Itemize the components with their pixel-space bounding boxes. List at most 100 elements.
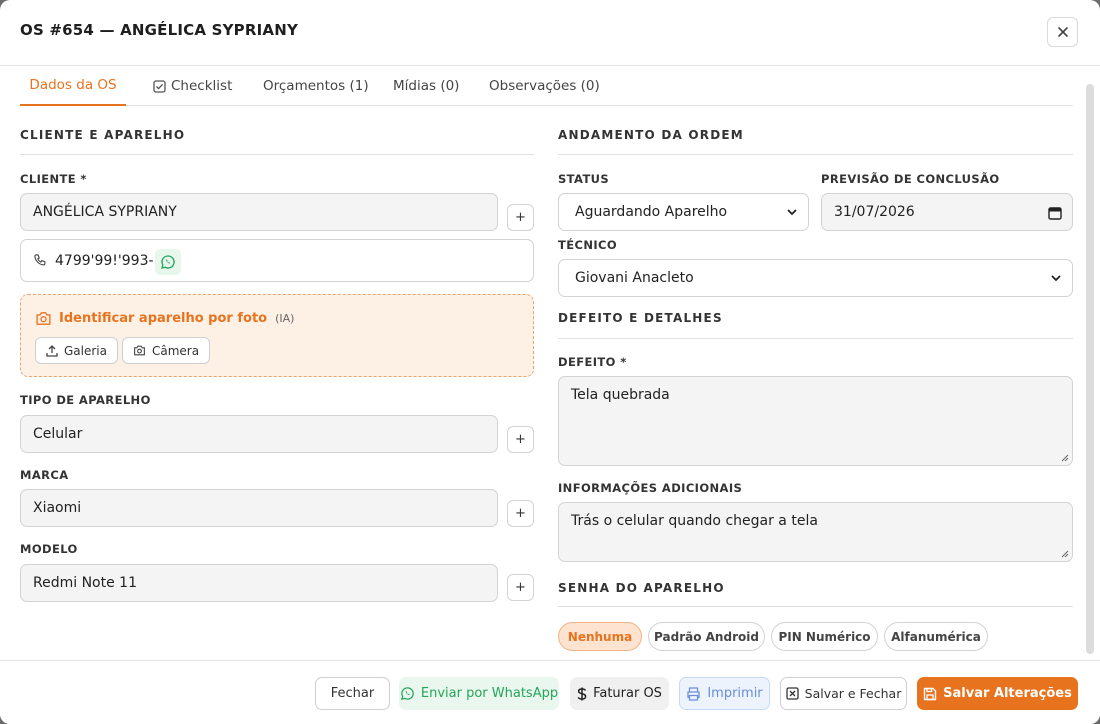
scrollbar[interactable]: [1086, 84, 1094, 654]
faturar-button[interactable]: Faturar OS: [570, 677, 669, 710]
modelo-value: Redmi Note 11: [33, 575, 137, 591]
section-cliente-aparelho: CLIENTE E APARELHO: [20, 128, 186, 142]
whatsapp-icon: [161, 255, 175, 269]
tipo-label: TIPO DE APARELHO: [20, 393, 151, 407]
imprimir-button[interactable]: Imprimir: [679, 677, 770, 710]
tipo-value: Celular: [33, 426, 83, 442]
phone-value: 4799'99!'993-:: [55, 253, 159, 269]
salvar-alteracoes-button[interactable]: Salvar Alterações: [917, 677, 1078, 710]
section-andamento: ANDAMENTO DA ORDEM: [558, 128, 744, 142]
section-senha: SENHA DO APARELHO: [558, 581, 725, 595]
defeito-textarea[interactable]: Tela quebrada: [558, 376, 1073, 466]
marca-label: MARCA: [20, 468, 69, 482]
imprimir-label: Imprimir: [707, 686, 763, 701]
whatsapp-icon: [400, 687, 414, 701]
add-modelo-button[interactable]: +: [507, 574, 534, 601]
ai-tag: (IA): [275, 312, 295, 325]
enviar-whatsapp-button[interactable]: Enviar por WhatsApp: [399, 677, 559, 710]
camera-label: Câmera: [152, 343, 200, 358]
os-modal: OS #654 — ANGÉLICA SYPRIANY Dados da OS …: [0, 0, 1100, 724]
save-icon: [923, 687, 937, 700]
status-select[interactable]: Aguardando Aparelho: [558, 193, 809, 231]
salvar-label: Salvar Alterações: [943, 686, 1072, 701]
marca-input[interactable]: Xiaomi: [20, 489, 498, 527]
checklist-icon: [153, 79, 166, 93]
ai-identify-label: Identificar aparelho por foto: [59, 311, 268, 326]
tab-label: Dados da OS: [29, 77, 117, 93]
divider: [558, 606, 1073, 607]
tab-observacoes[interactable]: Observações (0): [489, 66, 600, 106]
previsao-label: PREVISÃO DE CONCLUSÃO: [821, 172, 1000, 186]
close-button[interactable]: [1047, 17, 1078, 47]
ai-identify-title: Identificar aparelho por foto (IA): [35, 311, 294, 326]
tab-label: Orçamentos (1): [263, 78, 369, 94]
camera-button[interactable]: Câmera: [122, 337, 211, 364]
section-defeito-detalhes: DEFEITO E DETALHES: [558, 311, 723, 325]
divider: [558, 154, 1073, 155]
cliente-value: ANGÉLICA SYPRIANY: [33, 204, 177, 220]
resize-handle-icon[interactable]: [1061, 454, 1069, 462]
senha-option-nenhuma[interactable]: Nenhuma: [558, 622, 642, 651]
senha-option-alfanumerica[interactable]: Alfanumérica: [884, 622, 988, 651]
tab-dados-da-os[interactable]: Dados da OS: [20, 66, 126, 106]
modelo-input[interactable]: Redmi Note 11: [20, 564, 498, 602]
save-close-icon: [785, 687, 799, 700]
ai-identify-box: Identificar aparelho por foto (IA) Galer…: [20, 294, 534, 377]
fechar-button[interactable]: Fechar: [315, 677, 390, 710]
tab-orcamentos[interactable]: Orçamentos (1): [263, 66, 369, 106]
marca-value: Xiaomi: [33, 500, 82, 516]
salvar-fechar-label: Salvar e Fechar: [804, 686, 902, 701]
tipo-input[interactable]: Celular: [20, 415, 498, 453]
printer-icon: [687, 686, 700, 701]
calendar-icon[interactable]: [1048, 206, 1062, 220]
phone-icon: [34, 254, 46, 266]
tab-checklist[interactable]: Checklist: [153, 66, 232, 106]
close-icon: [1057, 27, 1068, 37]
faturar-label: Faturar OS: [593, 686, 662, 701]
tab-label: Observações (0): [489, 78, 600, 94]
tecnico-select[interactable]: Giovani Anacleto: [558, 259, 1073, 297]
salvar-fechar-button[interactable]: Salvar e Fechar: [780, 677, 907, 710]
add-tipo-button[interactable]: +: [507, 426, 534, 453]
page-title: OS #654 — ANGÉLICA SYPRIANY: [20, 21, 299, 39]
chevron-down-icon: [787, 209, 797, 216]
resize-handle-icon[interactable]: [1061, 550, 1069, 558]
tecnico-label: TÉCNICO: [558, 238, 618, 252]
modelo-label: MODELO: [20, 542, 78, 556]
defeito-label: DEFEITO *: [558, 355, 627, 369]
fechar-label: Fechar: [330, 686, 375, 701]
info-label: INFORMAÇÕES ADICIONAIS: [558, 481, 743, 495]
info-textarea[interactable]: Trás o celular quando chegar a tela: [558, 502, 1073, 562]
cliente-input[interactable]: ANGÉLICA SYPRIANY: [20, 193, 498, 231]
tab-midias[interactable]: Mídias (0): [393, 66, 459, 106]
info-value: Trás o celular quando chegar a tela: [571, 513, 818, 529]
senha-option-padrao[interactable]: Padrão Android: [648, 622, 765, 651]
divider: [20, 154, 534, 155]
senha-option-pin[interactable]: PIN Numérico: [771, 622, 878, 651]
modal-header: OS #654 — ANGÉLICA SYPRIANY: [0, 0, 1100, 66]
modal-footer: Fechar Enviar por WhatsApp Faturar OS Im…: [0, 660, 1100, 724]
cliente-label: CLIENTE *: [20, 172, 87, 186]
tab-label: Checklist: [171, 78, 233, 94]
galeria-label: Galeria: [64, 343, 107, 358]
previsao-value: 31/07/2026: [834, 204, 915, 220]
tab-label: Mídias (0): [393, 78, 460, 94]
tab-bar: Dados da OS Checklist Orçamentos (1) Míd…: [20, 66, 1073, 106]
chevron-down-icon: [1051, 275, 1061, 282]
camera-icon: [36, 312, 51, 325]
tecnico-value: Giovani Anacleto: [575, 270, 694, 286]
status-label: STATUS: [558, 172, 610, 186]
add-marca-button[interactable]: +: [507, 500, 534, 527]
whatsapp-label: Enviar por WhatsApp: [420, 686, 559, 701]
whatsapp-button[interactable]: [155, 249, 181, 275]
status-value: Aguardando Aparelho: [575, 204, 728, 220]
galeria-button[interactable]: Galeria: [35, 337, 118, 364]
upload-icon: [46, 344, 58, 357]
camera-icon: [134, 345, 145, 356]
add-cliente-button[interactable]: +: [507, 204, 534, 231]
dollar-icon: [577, 687, 587, 700]
previsao-date-input[interactable]: 31/07/2026: [821, 193, 1073, 231]
defeito-value: Tela quebrada: [571, 387, 670, 403]
phone-field[interactable]: 4799'99!'993-:: [20, 239, 534, 282]
divider: [558, 338, 1073, 339]
